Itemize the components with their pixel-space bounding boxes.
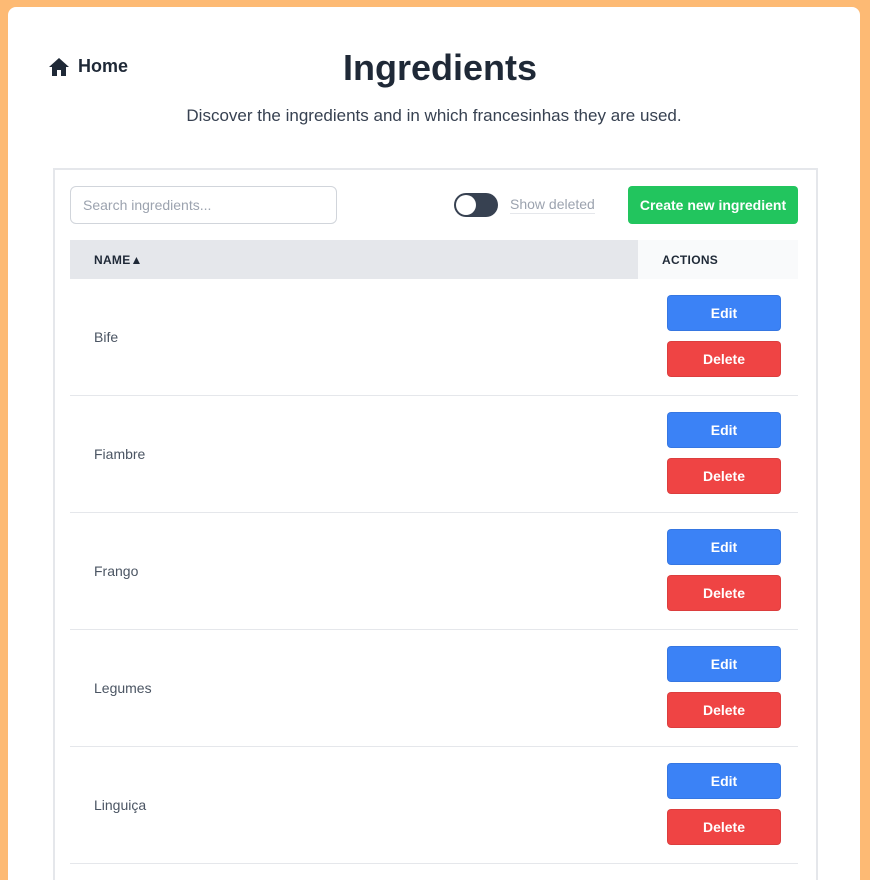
- table-row: Bife Edit Delete: [70, 279, 798, 396]
- table-header: NAME ▲ ACTIONS: [70, 240, 798, 279]
- show-deleted-label: Show deleted: [510, 196, 595, 214]
- ingredient-name: Frango: [94, 563, 139, 579]
- ingredients-table: NAME ▲ ACTIONS Bife Edit Delete Fiambre …: [70, 240, 798, 864]
- edit-button[interactable]: Edit: [667, 412, 781, 448]
- ingredient-name: Bife: [94, 329, 119, 345]
- name-column-label: NAME: [94, 252, 131, 267]
- edit-button[interactable]: Edit: [667, 763, 781, 799]
- row-actions: Edit Delete: [638, 513, 798, 629]
- show-deleted-toggle[interactable]: [454, 193, 498, 217]
- sort-asc-icon: ▲: [130, 252, 143, 267]
- row-actions: Edit Delete: [638, 630, 798, 746]
- delete-button[interactable]: Delete: [667, 575, 781, 611]
- ingredient-name: Linguiça: [94, 797, 147, 813]
- search-input[interactable]: [70, 186, 337, 224]
- actions-column-header: ACTIONS: [638, 240, 798, 279]
- delete-button[interactable]: Delete: [667, 341, 781, 377]
- delete-button[interactable]: Delete: [667, 692, 781, 728]
- table-row: Linguiça Edit Delete: [70, 747, 798, 864]
- delete-button[interactable]: Delete: [667, 458, 781, 494]
- row-actions: Edit Delete: [638, 396, 798, 512]
- ingredients-panel: Show deleted Create new ingredient NAME …: [53, 168, 818, 880]
- ingredient-name: Legumes: [94, 680, 152, 696]
- table-row: Fiambre Edit Delete: [70, 396, 798, 513]
- row-actions: Edit Delete: [638, 747, 798, 863]
- page-subtitle: Discover the ingredients and in which fr…: [186, 106, 682, 125]
- table-row: Legumes Edit Delete: [70, 630, 798, 747]
- name-column-header[interactable]: NAME ▲: [70, 240, 638, 279]
- delete-button[interactable]: Delete: [667, 809, 781, 845]
- main-card: Home Ingredients Discover the ingredient…: [8, 7, 860, 880]
- toggle-knob: [456, 195, 476, 215]
- edit-button[interactable]: Edit: [667, 295, 781, 331]
- page-title: Ingredients: [342, 47, 538, 88]
- create-ingredient-button[interactable]: Create new ingredient: [628, 186, 798, 224]
- edit-button[interactable]: Edit: [667, 529, 781, 565]
- table-row: Frango Edit Delete: [70, 513, 798, 630]
- row-actions: Edit Delete: [638, 279, 798, 395]
- ingredient-name: Fiambre: [94, 446, 146, 462]
- edit-button[interactable]: Edit: [667, 646, 781, 682]
